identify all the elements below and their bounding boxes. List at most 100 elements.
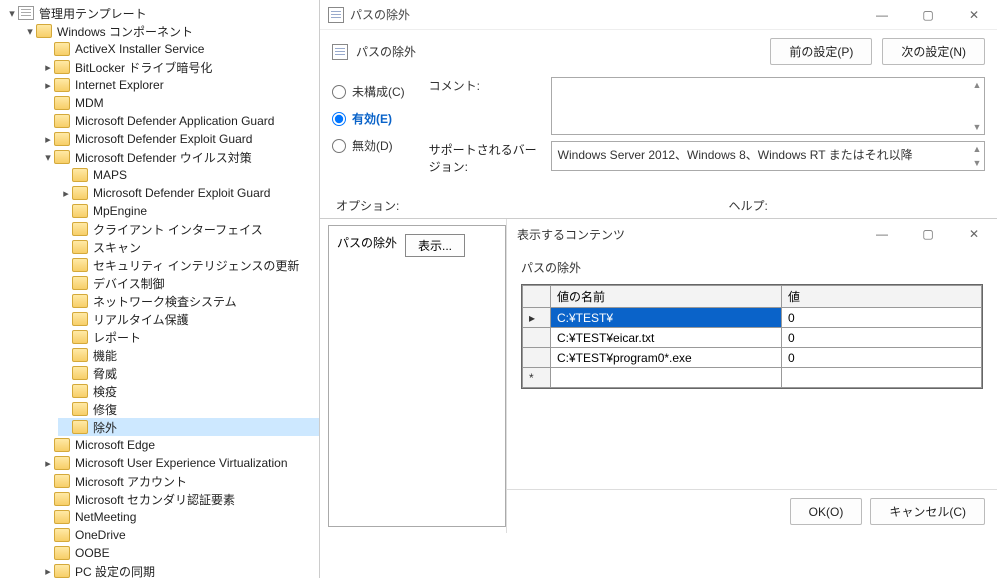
radio-enabled-input[interactable] — [332, 112, 346, 126]
grid-cell-value[interactable]: 0 — [782, 308, 982, 328]
tree-root-admin-templates[interactable]: ▾ 管理用テンプレート — [4, 4, 319, 22]
radio-unconfigured-input[interactable] — [332, 85, 346, 99]
tree-node-features[interactable]: 機能 — [58, 346, 319, 364]
grid-cell-name-empty[interactable] — [551, 368, 782, 388]
grid-row-selector[interactable]: ▸ — [523, 308, 551, 328]
tree-node-pcsync[interactable]: ▸PC 設定の同期 — [40, 562, 319, 578]
tree-node-report[interactable]: レポート — [58, 328, 319, 346]
tree-node-maps[interactable]: MAPS — [58, 166, 319, 184]
tree-node-windows-components[interactable]: ▾ Windows コンポーネント — [22, 22, 319, 40]
tree-label: 脅威 — [91, 365, 119, 382]
comment-textarea[interactable]: ▲▼ — [551, 77, 985, 135]
tree-node-client-interface[interactable]: クライアント インターフェイス — [58, 220, 319, 238]
tree-node-exclusion[interactable]: 除外 — [58, 418, 319, 436]
tree-node-mpengine[interactable]: MpEngine — [58, 202, 319, 220]
radio-disabled-input[interactable] — [332, 139, 346, 153]
grid-new-row-marker[interactable]: * — [523, 368, 551, 388]
tree-node-repair[interactable]: 修復 — [58, 400, 319, 418]
chevron-down-icon[interactable]: ▾ — [6, 7, 18, 19]
dialog-ok-button[interactable]: OK(O) — [790, 498, 863, 525]
tree-node-onedrive[interactable]: OneDrive — [40, 526, 319, 544]
grid-header-name[interactable]: 値の名前 — [551, 286, 782, 308]
template-icon — [18, 6, 34, 20]
grid-new-row[interactable]: * — [523, 368, 982, 388]
scroll-up-icon[interactable]: ▲ — [971, 79, 983, 91]
dialog-cancel-button[interactable]: キャンセル(C) — [870, 498, 985, 525]
window-minimize-button[interactable]: — — [859, 0, 905, 30]
tree-label: 修復 — [91, 401, 119, 418]
folder-icon — [72, 420, 88, 434]
tree-node-network-inspection[interactable]: ネットワーク検査システム — [58, 292, 319, 310]
tree-label: ActiveX Installer Service — [73, 42, 206, 56]
tree-node-threat[interactable]: 脅威 — [58, 364, 319, 382]
tree-label: 管理用テンプレート — [37, 5, 149, 22]
tree-label: Microsoft アカウント — [73, 473, 189, 490]
folder-icon — [54, 132, 70, 146]
grid-row[interactable]: C:¥TEST¥program0*.exe 0 — [523, 348, 982, 368]
scroll-down-icon[interactable]: ▼ — [971, 157, 983, 169]
grid-header-value[interactable]: 値 — [782, 286, 982, 308]
dialog-minimize-button[interactable]: — — [859, 219, 905, 249]
dialog-maximize-button[interactable]: ▢ — [905, 219, 951, 249]
values-grid[interactable]: 値の名前 値 ▸ C:¥TEST¥ 0 — [521, 284, 983, 389]
grid-cell-value[interactable]: 0 — [782, 348, 982, 368]
chevron-right-icon[interactable]: ▸ — [60, 187, 72, 199]
tree-node-security-intel[interactable]: セキュリティ インテリジェンスの更新 — [58, 256, 319, 274]
chevron-down-icon[interactable]: ▾ — [24, 25, 36, 37]
options-panel: パスの除外 表示... — [328, 225, 506, 527]
policy-icon — [328, 7, 344, 23]
tree-pane[interactable]: ▾ 管理用テンプレート ▾ Windows コンポーネント — [0, 0, 320, 578]
tree-node-mdav[interactable]: ▾Microsoft Defender ウイルス対策 — [40, 148, 319, 166]
tree-label: 検疫 — [91, 383, 119, 400]
grid-cell-name[interactable]: C:¥TEST¥eicar.txt — [551, 328, 782, 348]
tree-node-quarantine[interactable]: 検疫 — [58, 382, 319, 400]
tree-node-ms-account[interactable]: Microsoft アカウント — [40, 472, 319, 490]
chevron-right-icon[interactable]: ▸ — [42, 565, 54, 577]
tree-node-ie[interactable]: ▸Internet Explorer — [40, 76, 319, 94]
grid-row-selector[interactable] — [523, 328, 551, 348]
tree-node-mdeg[interactable]: ▸Microsoft Defender Exploit Guard — [40, 130, 319, 148]
window-close-button[interactable]: ✕ — [951, 0, 997, 30]
tree-node-mdeg2[interactable]: ▸Microsoft Defender Exploit Guard — [58, 184, 319, 202]
tree-node-mdag[interactable]: Microsoft Defender Application Guard — [40, 112, 319, 130]
radio-unconfigured[interactable]: 未構成(C) — [332, 83, 405, 100]
chevron-right-icon[interactable]: ▸ — [42, 133, 54, 145]
tree-label: Microsoft Defender Application Guard — [73, 114, 276, 128]
radio-disabled-label: 無効(D) — [352, 137, 393, 154]
show-contents-button[interactable]: 表示... — [405, 234, 465, 257]
policy-icon — [332, 44, 348, 60]
dialog-close-button[interactable]: ✕ — [951, 219, 997, 249]
grid-row[interactable]: C:¥TEST¥eicar.txt 0 — [523, 328, 982, 348]
tree-node-ms-2fa[interactable]: Microsoft セカンダリ認証要素 — [40, 490, 319, 508]
window-maximize-button[interactable]: ▢ — [905, 0, 951, 30]
radio-disabled[interactable]: 無効(D) — [332, 137, 405, 154]
grid-cell-value[interactable]: 0 — [782, 328, 982, 348]
tree-node-device-control[interactable]: デバイス制御 — [58, 274, 319, 292]
tree-node-activex[interactable]: ActiveX Installer Service — [40, 40, 319, 58]
grid-cell-name[interactable]: C:¥TEST¥program0*.exe — [551, 348, 782, 368]
grid-cell-name[interactable]: C:¥TEST¥ — [551, 308, 782, 328]
chevron-right-icon[interactable]: ▸ — [42, 61, 54, 73]
scroll-up-icon[interactable]: ▲ — [971, 143, 983, 155]
tree-node-scan[interactable]: スキャン — [58, 238, 319, 256]
tree-node-uev[interactable]: ▸Microsoft User Experience Virtualizatio… — [40, 454, 319, 472]
scroll-down-icon[interactable]: ▼ — [971, 121, 983, 133]
next-setting-button[interactable]: 次の設定(N) — [882, 38, 985, 65]
grid-cell-value-empty[interactable] — [782, 368, 982, 388]
policy-tree[interactable]: ▾ 管理用テンプレート ▾ Windows コンポーネント — [0, 4, 319, 578]
tree-node-oobe[interactable]: OOBE — [40, 544, 319, 562]
options-entry-label: パスの除外 — [337, 234, 397, 251]
chevron-right-icon[interactable]: ▸ — [42, 79, 54, 91]
previous-setting-button[interactable]: 前の設定(P) — [770, 38, 872, 65]
tree-label: MDM — [73, 96, 106, 110]
tree-node-edge[interactable]: Microsoft Edge — [40, 436, 319, 454]
grid-row[interactable]: ▸ C:¥TEST¥ 0 — [523, 308, 982, 328]
tree-node-bitlocker[interactable]: ▸BitLocker ドライブ暗号化 — [40, 58, 319, 76]
tree-node-realtime[interactable]: リアルタイム保護 — [58, 310, 319, 328]
tree-node-netmeeting[interactable]: NetMeeting — [40, 508, 319, 526]
chevron-down-icon[interactable]: ▾ — [42, 151, 54, 163]
grid-row-selector[interactable] — [523, 348, 551, 368]
tree-node-mdm[interactable]: MDM — [40, 94, 319, 112]
chevron-right-icon[interactable]: ▸ — [42, 457, 54, 469]
radio-enabled[interactable]: 有効(E) — [332, 110, 405, 127]
